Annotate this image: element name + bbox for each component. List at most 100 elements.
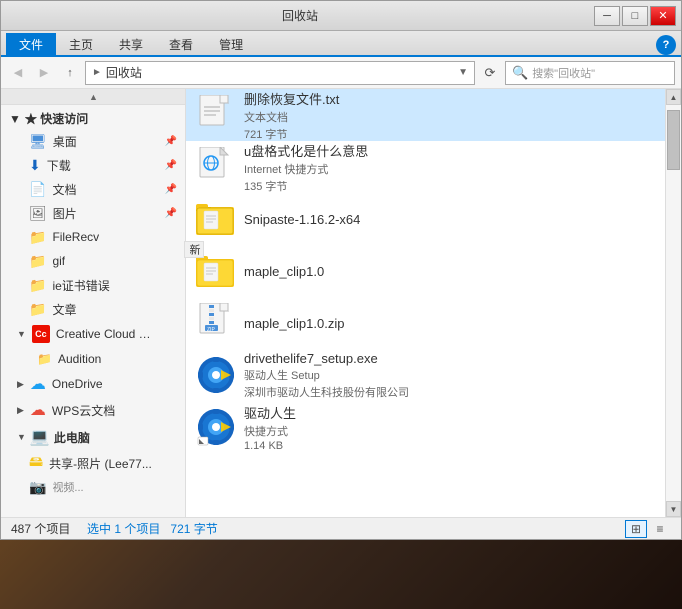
file-item-name-snipaste: Snipaste-1.16.2-x64 [244,212,655,227]
file-list-scrollbar[interactable]: ▲ ▼ [665,89,681,517]
search-icon: 🔍 [512,65,528,81]
cc-arrow: ▼ [17,329,26,339]
sidebar-item-desktop-label: 桌面 [53,133,77,150]
file-item-info-drive-setup: drivethelife7_setup.exe 驱动人生 Setup 深圳市驱动… [244,351,655,400]
scrollbar-down-button[interactable]: ▼ [666,501,681,517]
wps-arrow: ▶ [17,405,24,416]
svg-text:ZIP: ZIP [207,327,215,333]
filerecv-icon: 📁 [29,229,46,246]
status-bar: 487 个项目 选中 1 个项目 721 字节 ⊞ ≡ [1,517,681,539]
sidebar-item-doc-label: 文档 [52,181,76,198]
file-icon-snipaste-folder [196,199,236,239]
sidebar-item-audition[interactable]: 📁 Audition [1,347,185,371]
sidebar-item-onedrive[interactable]: ▶ ☁ OneDrive [1,371,185,397]
address-dropdown-icon[interactable]: ▼ [458,67,468,78]
sidebar-item-download-label: 下载 [47,157,71,174]
close-button[interactable]: ✕ [650,6,676,26]
maximize-button[interactable]: □ [622,6,648,26]
file-item-size-udisk: 135 字节 [244,178,655,194]
tab-file[interactable]: 文件 [6,33,56,55]
sidebar-quick-access-header[interactable]: ▼ ★ 快速访问 [1,105,185,129]
minimize-button[interactable]: ─ [594,6,620,26]
desktop-icon: 🖥 [29,133,47,150]
this-pc-label: 此电脑 [54,429,90,446]
sidebar-item-filerecv-label: FileRecv [52,230,99,244]
sidebar-item-iecert[interactable]: 📁 ie证书错误 [1,273,185,297]
sidebar-item-gif[interactable]: 📁 gif [1,249,185,273]
file-item-company-drive-setup: 深圳市驱动人生科技股份有限公司 [244,384,655,400]
address-bar[interactable]: ► 回收站 ▼ [85,61,475,85]
back-button[interactable]: ◀ [7,62,29,84]
file-item-name-deleted-txt: 删除恢复文件.txt [244,89,655,108]
file-item-name-maple-zip: maple_clip1.0.zip [244,316,655,331]
status-total-text: 487 个项目 [11,522,70,536]
more-drive-icon: 📷 [29,479,46,496]
article-icon: 📁 [29,301,46,318]
sidebar-item-wps[interactable]: ▶ ☁ WPS云文档 [1,397,185,423]
file-list: 删除恢复文件.txt 文本文档 721 字节 [186,89,665,517]
list-view-button[interactable]: ≡ [649,520,671,538]
file-item-drive-life[interactable]: 驱动人生 快捷方式 1.14 KB [186,401,665,453]
tab-manage[interactable]: 管理 [206,33,256,55]
file-item-drive-setup[interactable]: drivethelife7_setup.exe 驱动人生 Setup 深圳市驱动… [186,349,665,401]
pin-icon-doc: 📌 [165,184,177,195]
sidebar-item-download[interactable]: ⬇ 下载 📌 [1,153,185,177]
file-item-maple-zip[interactable]: ZIP maple_clip1.0.zip [186,297,665,349]
sidebar-item-creative-cloud[interactable]: ▼ Cc Creative Cloud Fil... [1,321,185,347]
file-item-maple-clip[interactable]: maple_clip1.0 [186,245,665,297]
file-item-info-maple-zip: maple_clip1.0.zip [244,316,655,331]
window-title: 回收站 [6,7,594,24]
sidebar-item-gif-label: gif [52,254,65,268]
tab-home[interactable]: 主页 [56,33,106,55]
onedrive-icon: ☁ [30,374,46,394]
tab-share[interactable]: 共享 [106,33,156,55]
this-pc-arrow: ▼ [17,432,26,442]
scrollbar-up-button[interactable]: ▲ [666,89,681,105]
pc-icon: 💻 [30,427,50,447]
sidebar-item-doc[interactable]: 📄 文档 📌 [1,177,185,201]
sidebar-item-shared[interactable]: 🖴 共享-照片 (Lee77... [1,451,185,475]
sidebar-item-iecert-label: ie证书错误 [52,277,109,294]
pin-icon-download: 📌 [165,160,177,171]
doc-icon: 📄 [29,181,46,198]
sidebar-item-filerecv[interactable]: 📁 FileRecv [1,225,185,249]
onedrive-arrow: ▶ [17,379,24,390]
file-item-u-disk[interactable]: u盘格式化是什么意思 Internet 快捷方式 135 字节 [186,141,665,193]
help-button[interactable]: ? [656,35,676,55]
view-buttons: ⊞ ≡ [625,520,671,538]
new-label: 新 [184,241,204,258]
sidebar-item-article[interactable]: 📁 文章 [1,297,185,321]
toolbar: ◀ ▶ ↑ ► 回收站 ▼ ⟳ 🔍 搜索"回收站" [1,57,681,89]
sidebar-item-image[interactable]: 🖼 图片 📌 [1,201,185,225]
file-item-info-drive-life: 驱动人生 快捷方式 1.14 KB [244,403,655,452]
more-label: 视频... [52,479,83,495]
file-item-size-deleted-txt: 721 字节 [244,126,655,142]
sidebar-item-desktop[interactable]: 🖥 桌面 📌 [1,129,185,153]
file-item-snipaste[interactable]: Snipaste-1.16.2-x64 [186,193,665,245]
scrollbar-thumb[interactable] [667,110,680,170]
forward-button[interactable]: ▶ [33,62,55,84]
onedrive-label: OneDrive [52,377,103,391]
up-button[interactable]: ↑ [59,62,81,84]
sidebar-scroll-up[interactable]: ▲ [1,89,186,105]
file-icon-internet [196,147,236,187]
sidebar-item-this-pc[interactable]: ▼ 💻 此电脑 [1,423,185,451]
quick-access-label: ★ 快速访问 [25,110,88,127]
tab-view[interactable]: 查看 [156,33,206,55]
image-icon: 🖼 [29,205,47,222]
ribbon-tabs: 文件 主页 共享 查看 管理 ? [1,31,681,57]
address-breadcrumb-icon: ► [92,67,102,78]
grid-view-button[interactable]: ⊞ [625,520,647,538]
sidebar-item-more[interactable]: 📷 视频... [1,475,185,499]
audition-label: Audition [58,352,101,366]
search-box[interactable]: 🔍 搜索"回收站" [505,61,675,85]
window-controls: ─ □ ✕ [594,6,676,26]
refresh-button[interactable]: ⟳ [479,62,501,84]
sidebar-item-article-label: 文章 [52,301,76,318]
file-item-info-maple: maple_clip1.0 [244,264,655,279]
iecert-icon: 📁 [29,277,46,294]
address-text: 回收站 [106,64,142,81]
quick-access-arrow: ▼ [9,112,21,126]
file-item-deleted-txt[interactable]: 删除恢复文件.txt 文本文档 721 字节 [186,89,665,141]
shared-label: 共享-照片 (Lee77... [49,455,152,472]
